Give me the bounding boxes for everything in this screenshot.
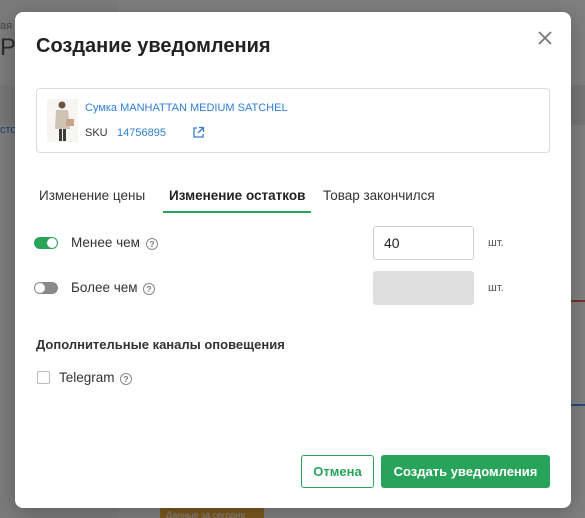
telegram-label[interactable]: Telegram: [59, 370, 115, 385]
less-than-label: Менее чем: [71, 235, 140, 250]
less-than-unit: шт.: [488, 237, 504, 249]
help-icon[interactable]: ?: [146, 238, 158, 250]
create-notification-button[interactable]: Создать уведомления: [381, 455, 550, 488]
sku-value-link[interactable]: 14756895: [117, 127, 166, 139]
more-than-input[interactable]: [373, 271, 474, 305]
external-link-icon[interactable]: [192, 126, 205, 139]
modal-title: Создание уведомления: [36, 35, 271, 57]
product-name-link[interactable]: Сумка MANHATTAN MEDIUM SATCHEL: [85, 102, 288, 114]
telegram-checkbox[interactable]: [37, 371, 50, 384]
more-than-toggle[interactable]: [34, 282, 58, 294]
product-card: Сумка MANHATTAN MEDIUM SATCHEL SKU 14756…: [36, 88, 550, 153]
tab-stock-change[interactable]: Изменение остатков: [163, 184, 312, 213]
channels-section-title: Дополнительные каналы оповещения: [36, 337, 285, 352]
help-icon[interactable]: ?: [143, 283, 155, 295]
less-than-input[interactable]: 40: [373, 226, 474, 260]
less-than-toggle[interactable]: [34, 237, 58, 249]
more-than-label: Более чем: [71, 280, 138, 295]
sku-label: SKU: [85, 127, 108, 139]
cancel-button[interactable]: Отмена: [301, 455, 374, 488]
toggle-knob: [47, 238, 57, 248]
tab-out-of-stock[interactable]: Товар закончился: [317, 184, 441, 211]
tab-price-change[interactable]: Изменение цены: [33, 184, 151, 211]
toggle-knob: [35, 283, 45, 293]
help-icon[interactable]: ?: [120, 373, 132, 385]
close-button[interactable]: [535, 28, 555, 48]
create-notification-modal: Создание уведомления Сумка MANHATTAN MED…: [15, 12, 571, 508]
product-thumbnail: [47, 99, 78, 142]
more-than-unit: шт.: [488, 282, 504, 294]
close-icon: [538, 31, 552, 45]
